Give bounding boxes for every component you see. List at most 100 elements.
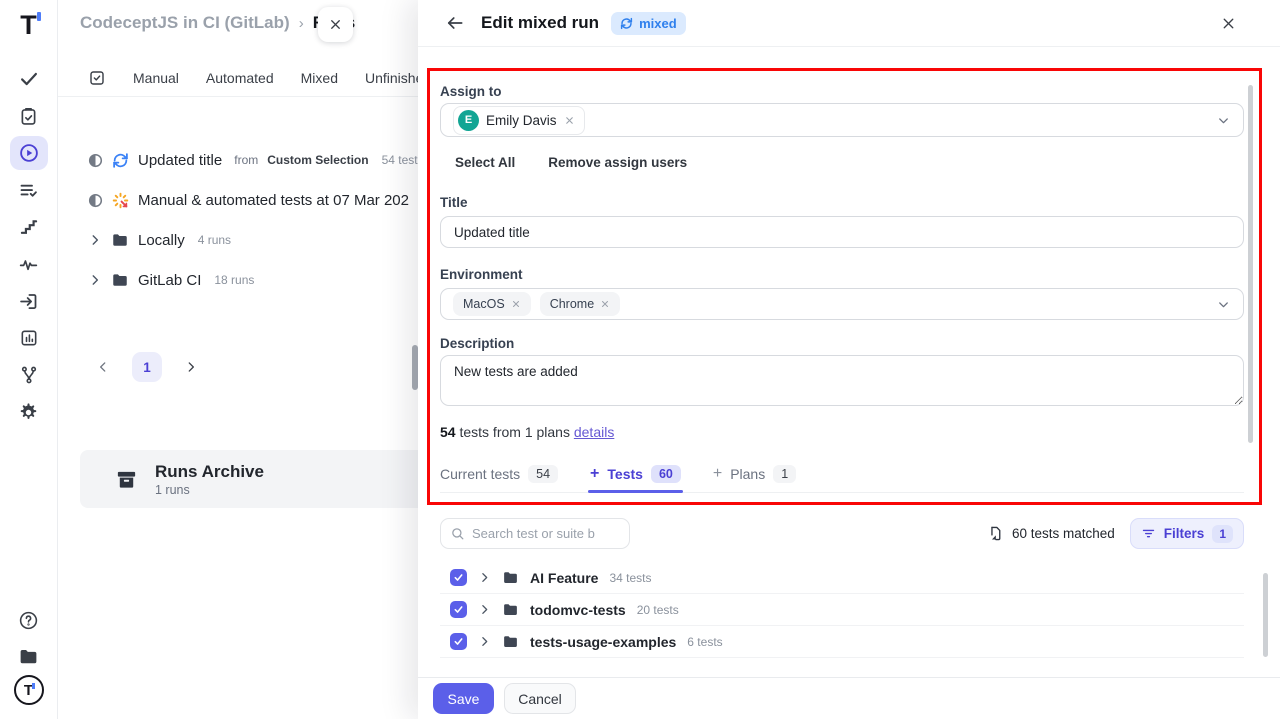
panel-close-icon[interactable] xyxy=(1216,11,1240,35)
suite-row-todomvc-tests: todomvc-tests 20 tests xyxy=(440,594,1244,626)
sidebar-item-branches[interactable] xyxy=(10,358,48,392)
sidebar-item-projects[interactable] xyxy=(10,639,48,673)
search-input[interactable] xyxy=(472,526,622,541)
sidebar-item-runs[interactable] xyxy=(10,136,48,170)
sidebar-item-reports[interactable] xyxy=(10,321,48,355)
chevron-right-icon[interactable] xyxy=(88,233,102,247)
suite-name[interactable]: AI Feature xyxy=(530,570,598,586)
prev-page-icon[interactable] xyxy=(96,360,110,374)
check-icon xyxy=(18,68,40,90)
matched-tests: 60 tests matched xyxy=(987,525,1115,542)
mixed-sync-icon xyxy=(112,152,129,169)
archive-title: Runs Archive xyxy=(155,462,264,482)
cancel-button[interactable]: Cancel xyxy=(504,683,576,714)
assignee-name: Emily Davis xyxy=(486,113,557,128)
suites-list: AI Feature 34 tests todomvc-tests 20 tes… xyxy=(440,562,1244,658)
workspace-avatar[interactable]: T xyxy=(14,675,44,705)
run-group-meta: 4 runs xyxy=(198,233,231,247)
chevron-right-icon[interactable] xyxy=(478,635,491,648)
matched-file-icon xyxy=(987,525,1004,542)
description-textarea[interactable]: New tests are added xyxy=(440,355,1244,406)
runs-archive[interactable]: Runs Archive 1 runs xyxy=(80,450,432,508)
tab-automated[interactable]: Automated xyxy=(206,70,274,86)
branch-icon xyxy=(19,365,39,385)
current-tests-count-badge: 54 xyxy=(528,465,558,483)
folder-icon xyxy=(502,569,519,586)
search-box xyxy=(440,518,630,549)
save-button[interactable]: Save xyxy=(433,683,494,714)
suite-name[interactable]: tests-usage-examples xyxy=(530,634,676,650)
tab-add-tests[interactable]: + Tests 60 xyxy=(590,456,681,492)
suite-checkbox[interactable] xyxy=(450,569,467,586)
suite-checkbox[interactable] xyxy=(450,601,467,618)
assignee-chip: E Emily Davis xyxy=(453,106,585,135)
env-tag-chrome: Chrome xyxy=(540,292,620,316)
mixed-badge: mixed xyxy=(611,12,686,35)
brand-logo[interactable]: T xyxy=(20,10,37,40)
assignee-avatar: E xyxy=(458,110,479,131)
sidebar-item-settings[interactable] xyxy=(10,395,48,429)
breadcrumb-project[interactable]: CodeceptJS in CI (GitLab) xyxy=(80,13,290,33)
suite-meta: 34 tests xyxy=(609,571,651,585)
running-burst-icon xyxy=(112,192,129,209)
suite-checkbox[interactable] xyxy=(450,633,467,650)
tests-count-badge: 60 xyxy=(651,465,681,483)
sidebar-item-help[interactable] xyxy=(10,603,48,637)
run-title: Manual & automated tests at 07 Mar 202 xyxy=(138,192,409,209)
suite-meta: 6 tests xyxy=(687,635,722,649)
mixed-badge-label: mixed xyxy=(639,16,677,31)
form-scrollbar-thumb[interactable] xyxy=(1248,85,1253,443)
folder-icon xyxy=(502,633,519,650)
tab-current-tests[interactable]: Current tests 54 xyxy=(440,456,558,492)
sidebar-item-results[interactable] xyxy=(10,173,48,207)
back-arrow-icon[interactable] xyxy=(443,11,467,35)
chevron-down-icon xyxy=(1216,113,1231,128)
plus-icon: + xyxy=(713,465,722,483)
plus-icon: + xyxy=(590,465,599,483)
folder-icon xyxy=(111,231,129,249)
chevron-right-icon[interactable] xyxy=(478,571,491,584)
select-all-link[interactable]: Select All xyxy=(455,155,515,170)
list-scrollbar-thumb[interactable] xyxy=(1263,573,1268,657)
suite-name[interactable]: todomvc-tests xyxy=(530,602,626,618)
next-page-icon[interactable] xyxy=(184,360,198,374)
tab-add-plans[interactable]: + Plans 1 xyxy=(713,456,796,492)
run-type-tabs: Manual Automated Mixed Unfinished xyxy=(58,60,430,97)
sidebar-item-import[interactable] xyxy=(10,284,48,318)
summary-text: tests from 1 plans xyxy=(456,424,574,440)
breadcrumb: CodeceptJS in CI (GitLab) › Runs xyxy=(80,13,355,33)
folder-icon xyxy=(502,601,519,618)
remove-assign-users-link[interactable]: Remove assign users xyxy=(548,155,687,170)
search-row: 60 tests matched Filters 1 xyxy=(440,518,1244,549)
title-input[interactable] xyxy=(440,216,1244,248)
import-icon xyxy=(18,291,39,312)
run-title: Updated title xyxy=(138,152,222,169)
run-group-name: GitLab CI xyxy=(138,272,201,289)
chevron-right-icon[interactable] xyxy=(478,603,491,616)
remove-env-chrome-icon[interactable] xyxy=(600,299,610,309)
tab-manual[interactable]: Manual xyxy=(133,70,179,86)
plans-summary: 54 tests from 1 plans details xyxy=(440,424,614,440)
close-runs-tab-button[interactable] xyxy=(318,7,353,42)
suite-row-ai-feature: AI Feature 34 tests xyxy=(440,562,1244,594)
sidebar-item-activity[interactable] xyxy=(10,247,48,281)
suite-meta: 20 tests xyxy=(637,603,679,617)
assign-to-select[interactable]: E Emily Davis xyxy=(440,103,1244,137)
filters-button[interactable]: Filters 1 xyxy=(1130,518,1244,549)
tab-mixed[interactable]: Mixed xyxy=(301,70,338,86)
sidebar-item-steps[interactable] xyxy=(10,210,48,244)
select-runs-icon[interactable] xyxy=(88,69,106,87)
run-group-meta: 18 runs xyxy=(214,273,254,287)
environment-select[interactable]: MacOS Chrome xyxy=(440,288,1244,320)
chevron-right-icon[interactable] xyxy=(88,273,102,287)
page-number[interactable]: 1 xyxy=(132,352,162,382)
workspace-avatar-accent xyxy=(32,683,35,689)
sidebar-item-checks[interactable] xyxy=(10,62,48,96)
filters-label: Filters xyxy=(1164,526,1205,541)
remove-env-macos-icon[interactable] xyxy=(511,299,521,309)
breadcrumb-separator: › xyxy=(299,15,304,32)
sidebar-item-plans[interactable] xyxy=(10,99,48,133)
remove-assignee-icon[interactable] xyxy=(564,115,575,126)
details-link[interactable]: details xyxy=(574,424,614,440)
archive-box-icon xyxy=(115,468,138,491)
